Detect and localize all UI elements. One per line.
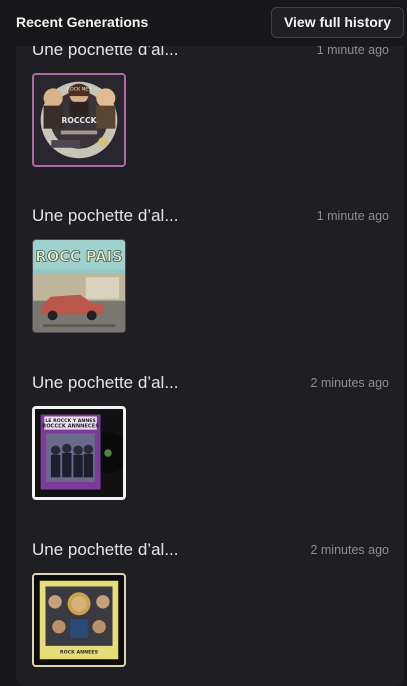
- album-cover-image: ROCC PAIS: [33, 240, 125, 332]
- generation-item[interactable]: Une pochette d’al... 2 minutes ago ROCK …: [16, 540, 404, 686]
- album-cover-image: ROCCCK ROCK NES: [34, 75, 124, 165]
- cover-text: ROCC PAIS: [35, 249, 122, 266]
- cover-text: ROCCCK ANNNECES: [42, 424, 99, 430]
- cover-text: ROCK NES: [67, 86, 92, 92]
- generation-title: Une pochette d’al...: [32, 540, 179, 559]
- generation-title: Une pochette d’al...: [32, 373, 179, 392]
- cover-text: ROCK ANNEES: [60, 650, 99, 656]
- generation-thumbnail[interactable]: ROCK ANNEES: [32, 573, 126, 667]
- generation-item[interactable]: Une pochette d’al... 1 minute ago ROCC P…: [16, 206, 404, 372]
- generation-time: 2 minutes ago: [310, 543, 389, 557]
- generation-time: 2 minutes ago: [310, 376, 389, 390]
- panel-title: Recent Generations: [16, 14, 149, 30]
- generation-thumbnail[interactable]: LE ROCCK Y ANNES ROCCCK ANNNECES: [32, 406, 126, 500]
- generation-title: Une pochette d’al...: [32, 206, 179, 225]
- generation-item[interactable]: Une pochette d’al... 1 minute ago ROCCCK…: [16, 40, 404, 206]
- generation-time: 1 minute ago: [316, 209, 389, 223]
- generation-thumbnail[interactable]: ROCC PAIS: [32, 239, 126, 333]
- album-cover-image: ROCK ANNEES: [34, 575, 124, 665]
- header: Recent Generations View full history: [0, 0, 407, 46]
- generations-list-panel[interactable]: Une pochette d’al... 1 minute ago ROCCCK…: [16, 36, 404, 686]
- view-full-history-button[interactable]: View full history: [271, 7, 404, 38]
- generation-item[interactable]: Une pochette d’al... 2 minutes ago LE RO…: [16, 373, 404, 539]
- cover-text: ROCCCK: [61, 116, 97, 125]
- album-cover-image: LE ROCCK Y ANNES ROCCCK ANNNECES: [35, 409, 123, 497]
- generation-thumbnail[interactable]: ROCCCK ROCK NES: [32, 73, 126, 167]
